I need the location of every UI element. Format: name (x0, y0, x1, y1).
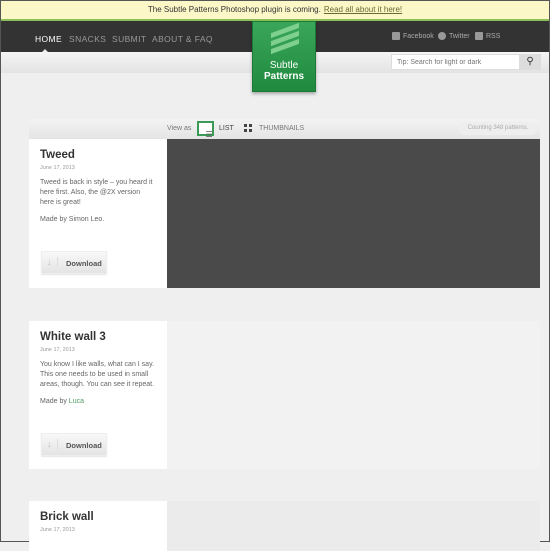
view-bar: View as ☰ LIST THUMBNAILS Counting 348 p… (29, 119, 540, 139)
pattern-title[interactable]: White wall 3 (40, 331, 156, 343)
banner-link[interactable]: Read all about it here! (324, 5, 402, 14)
pattern-preview[interactable] (167, 321, 540, 469)
pattern-title[interactable]: Brick wall (40, 511, 156, 523)
pattern-info: White wall 3 June 17, 2013 You know I li… (29, 321, 167, 469)
thumbnails-label[interactable]: THUMBNAILS (259, 125, 304, 132)
logo-stripes-icon (271, 22, 299, 55)
nav-home[interactable]: HOME (35, 34, 62, 44)
twitter-link[interactable]: Twitter (438, 32, 470, 40)
download-arrow-icon: ↓ (47, 257, 58, 267)
author-link[interactable]: Luca (69, 398, 84, 405)
announcement-banner: The Subtle Patterns Photoshop plugin is … (1, 1, 549, 21)
rss-link[interactable]: RSS (475, 32, 500, 40)
nav-about-faq[interactable]: ABOUT & FAQ (152, 34, 213, 44)
list-view-button[interactable]: ☰ (197, 121, 214, 139)
rss-icon (475, 32, 483, 40)
search-button[interactable]: ⚲ (519, 54, 541, 70)
nav-submit[interactable]: SUBMIT (112, 34, 147, 44)
download-arrow-icon: ↓ (47, 439, 58, 449)
pattern-card: Brick wall June 17, 2013 (29, 501, 540, 551)
facebook-icon (392, 32, 400, 40)
pattern-preview[interactable] (167, 501, 540, 551)
pattern-card: White wall 3 June 17, 2013 You know I li… (29, 321, 540, 469)
twitter-icon (438, 32, 446, 40)
search-icon: ⚲ (526, 56, 534, 67)
pattern-card: Tweed June 17, 2013 Tweed is back in sty… (29, 139, 540, 288)
logo[interactable]: Subtle Patterns (252, 21, 316, 92)
download-button[interactable]: ↓ Download (41, 251, 107, 274)
nav-snacks[interactable]: SNACKS (69, 34, 106, 44)
download-button[interactable]: ↓ Download (41, 433, 107, 456)
list-label[interactable]: LIST (219, 125, 234, 132)
thumbnails-icon[interactable] (244, 124, 252, 132)
pattern-preview[interactable] (167, 139, 540, 288)
pattern-title[interactable]: Tweed (40, 149, 156, 161)
pattern-count: Counting 348 patterns. (459, 122, 537, 135)
pattern-info: Tweed June 17, 2013 Tweed is back in sty… (29, 139, 167, 288)
facebook-link[interactable]: Facebook (392, 32, 434, 40)
pattern-info: Brick wall June 17, 2013 (29, 501, 167, 551)
